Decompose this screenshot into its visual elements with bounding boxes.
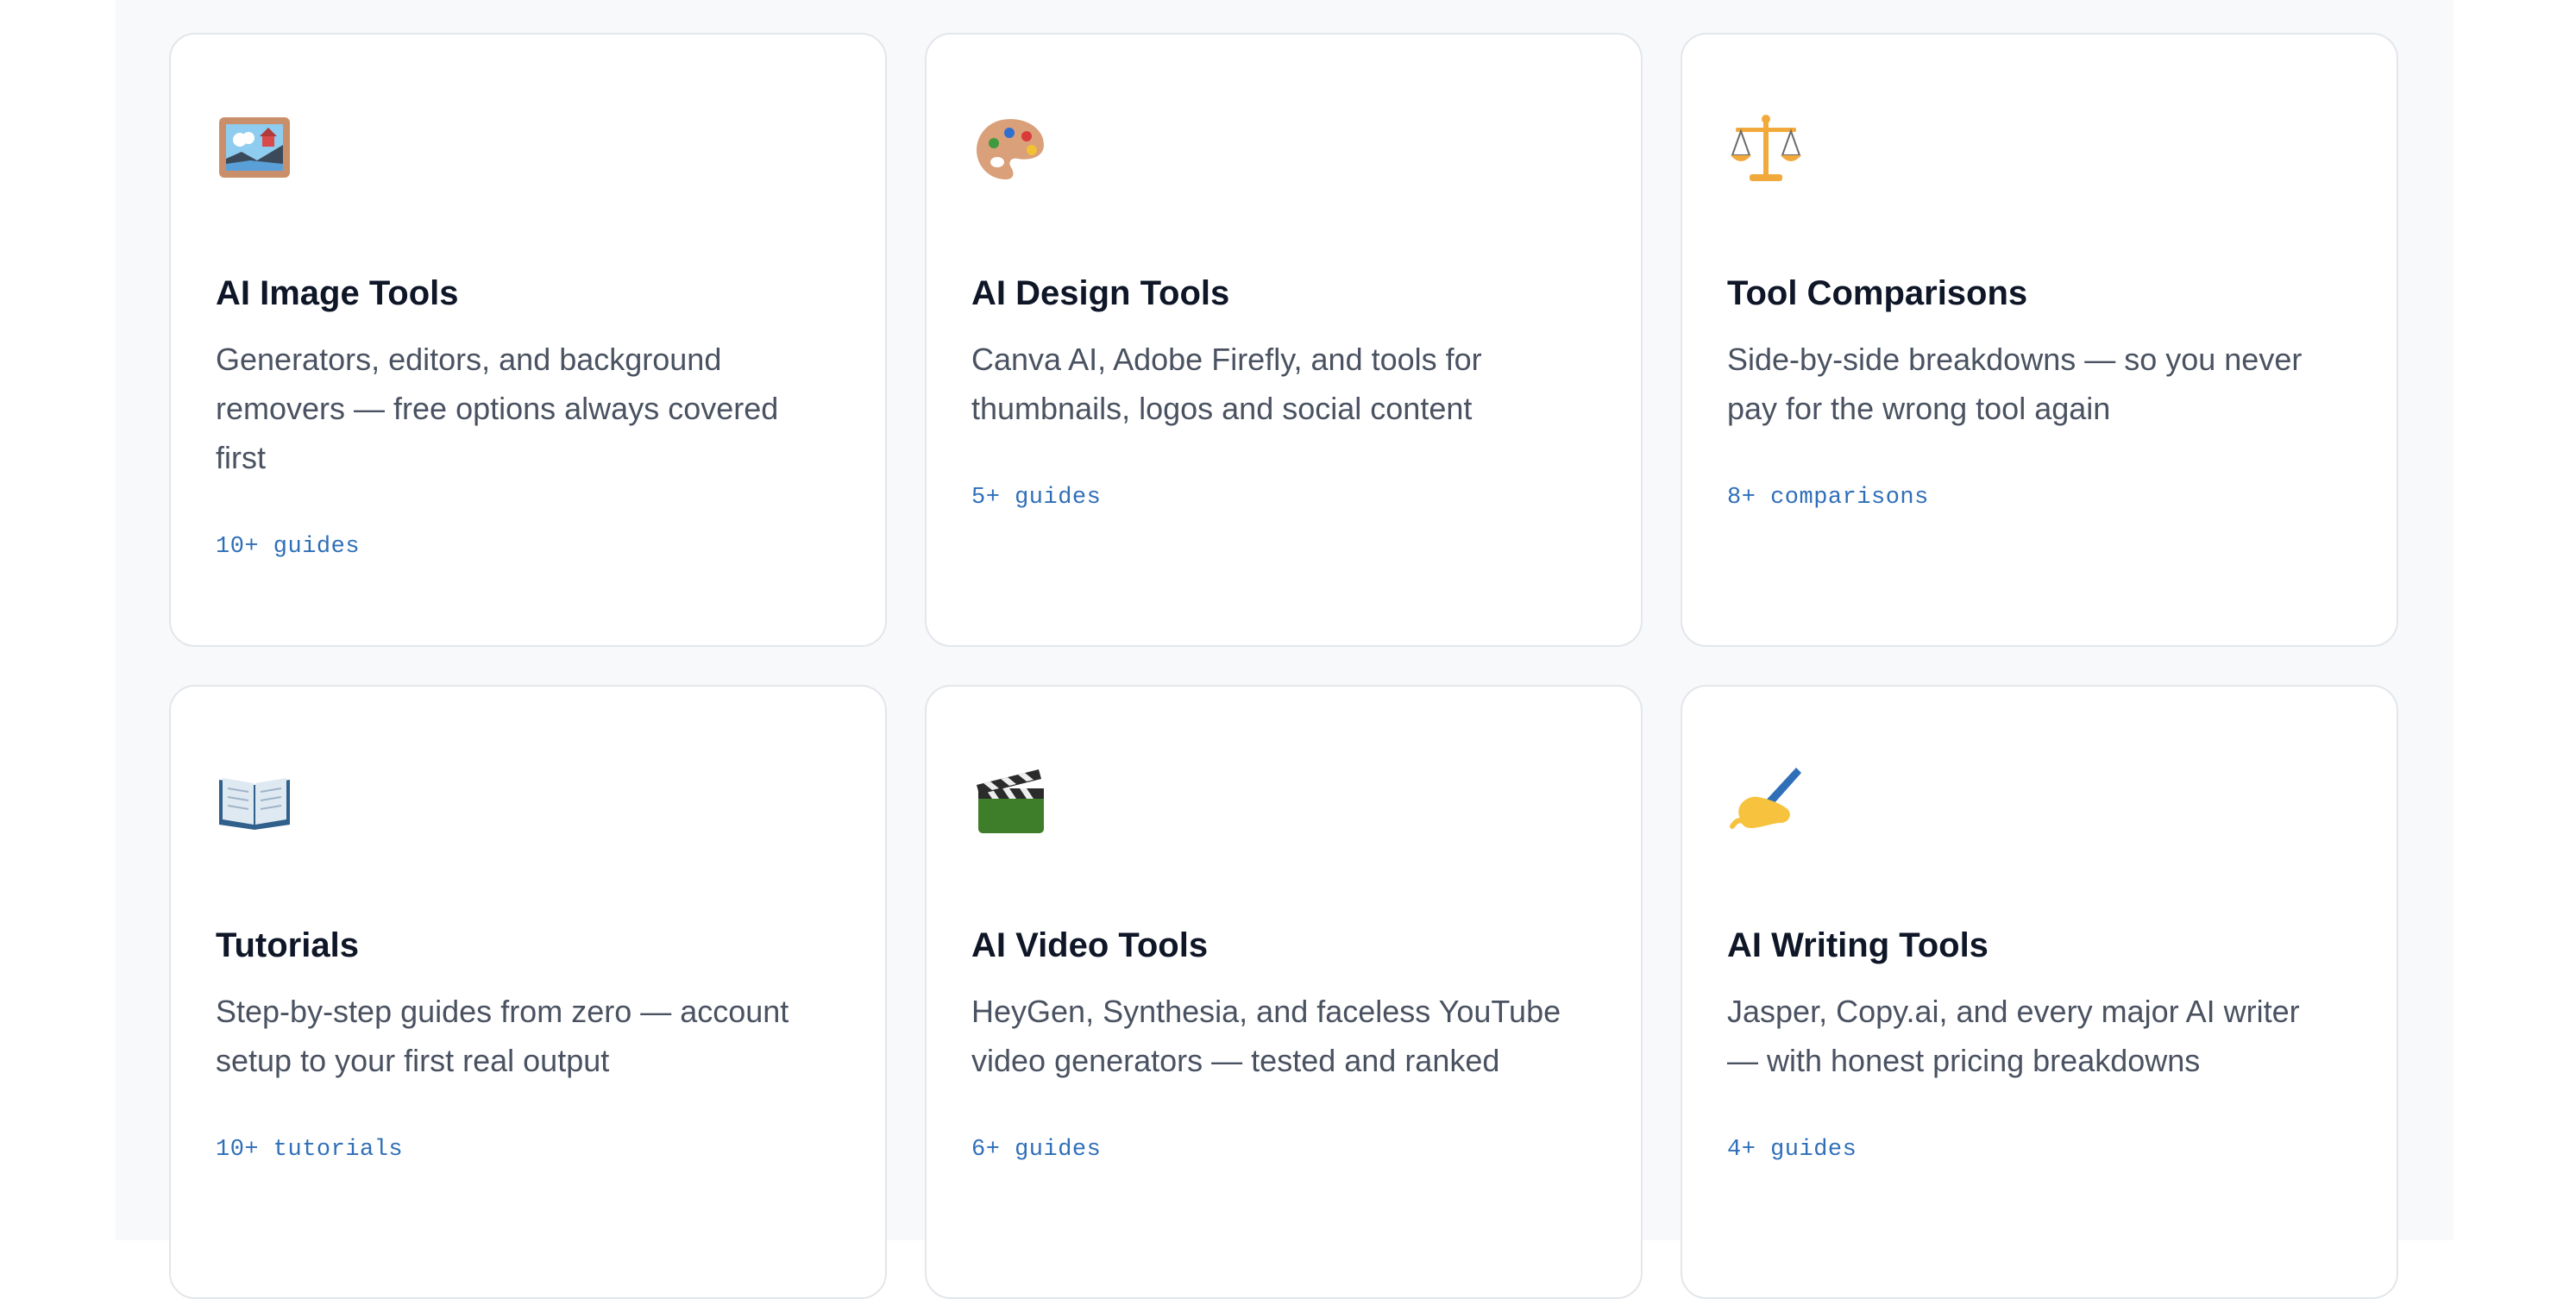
- framed-picture-icon: [216, 110, 293, 188]
- card-title: AI Image Tools: [216, 274, 459, 312]
- card-title: Tool Comparisons: [1727, 274, 2028, 312]
- category-card-ai-writing-tools[interactable]: AI Writing Tools Jasper, Copy.ai, and ev…: [1681, 685, 2398, 1299]
- card-title: AI Design Tools: [971, 274, 1230, 312]
- category-card-ai-image-tools[interactable]: AI Image Tools Generators, editors, and …: [169, 33, 887, 647]
- card-description: HeyGen, Synthesia, and faceless YouTube …: [971, 994, 1561, 1078]
- card-count-badge: 10+ tutorials: [216, 1137, 404, 1163]
- card-title: AI Writing Tools: [1727, 926, 1989, 964]
- page-background: AI Image Tools Generators, editors, and …: [116, 0, 2453, 1299]
- card-count-badge: 4+ guides: [1727, 1137, 1857, 1163]
- card-description: Step-by-step guides from zero — account …: [216, 994, 789, 1078]
- category-card-tutorials[interactable]: Tutorials Step-by-step guides from zero …: [169, 685, 887, 1299]
- writing-hand-icon: [1727, 762, 1805, 840]
- category-card-ai-design-tools[interactable]: AI Design Tools Canva AI, Adobe Firefly,…: [925, 33, 1643, 647]
- category-card-ai-video-tools[interactable]: AI Video Tools HeyGen, Synthesia, and fa…: [925, 685, 1643, 1299]
- card-description: Jasper, Copy.ai, and every major AI writ…: [1727, 994, 2300, 1078]
- card-title: AI Video Tools: [971, 926, 1209, 964]
- card-description: Canva AI, Adobe Firefly, and tools for t…: [971, 342, 1482, 426]
- card-title: Tutorials: [216, 926, 359, 964]
- open-book-icon: [216, 762, 293, 840]
- artist-palette-icon: [971, 110, 1049, 188]
- card-description: Generators, editors, and background remo…: [216, 342, 779, 475]
- category-grid: AI Image Tools Generators, editors, and …: [169, 33, 2398, 1299]
- card-count-badge: 10+ guides: [216, 534, 361, 560]
- card-description: Side-by-side breakdowns — so you never p…: [1727, 342, 2303, 426]
- clapper-board-icon: [971, 762, 1049, 840]
- card-count-badge: 5+ guides: [971, 485, 1102, 511]
- card-count-badge: 6+ guides: [971, 1137, 1102, 1163]
- balance-scale-icon: [1727, 110, 1805, 188]
- category-card-tool-comparisons[interactable]: Tool Comparisons Side-by-side breakdowns…: [1681, 33, 2398, 647]
- card-count-badge: 8+ comparisons: [1727, 485, 1929, 511]
